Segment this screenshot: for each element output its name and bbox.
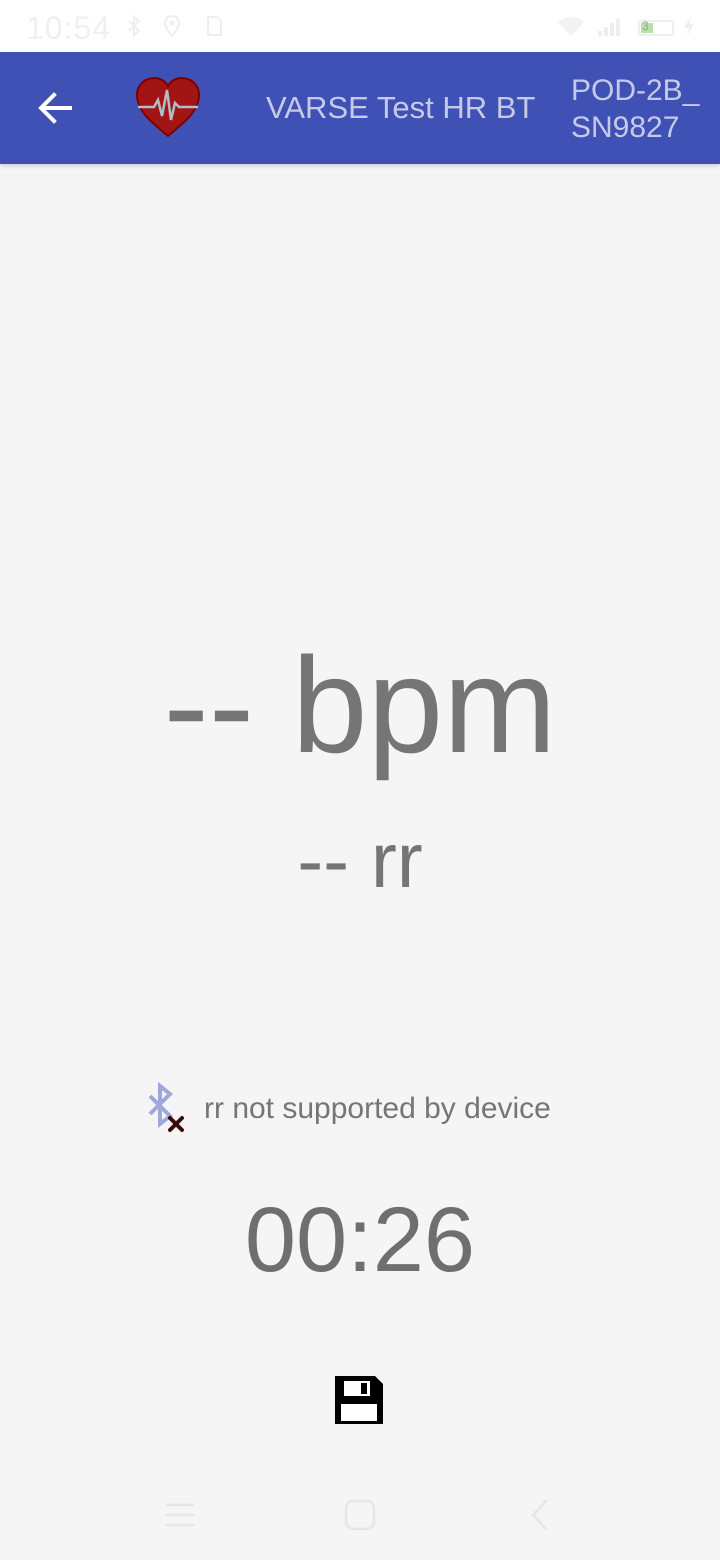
- signal-icon: [598, 19, 620, 36]
- battery-level: 3: [642, 19, 649, 33]
- rr-status-text: rr not supported by device: [204, 1092, 551, 1125]
- back-icon[interactable]: [520, 1495, 560, 1535]
- session-timer: 00:26: [244, 1189, 476, 1291]
- floppy-disk-icon[interactable]: [334, 1375, 384, 1425]
- app-title: VARSE Test HR BT: [266, 90, 536, 125]
- status-bar: 10:54 3: [0, 0, 720, 52]
- menu-icon[interactable]: [160, 1495, 200, 1535]
- charging-icon: [684, 16, 694, 36]
- arrow-left-icon[interactable]: [30, 84, 82, 132]
- bpm-readout: -- bpm: [163, 629, 557, 781]
- bluetooth-icon: [128, 14, 141, 38]
- device-name: POD-2B_ SN9827: [571, 74, 700, 144]
- rr-status: rr not supported by device: [144, 1082, 551, 1136]
- navigation-bar: [0, 1470, 720, 1560]
- rr-readout: -- rr: [297, 816, 423, 904]
- home-icon[interactable]: [340, 1495, 380, 1535]
- location-icon: [163, 14, 181, 38]
- app-bar: VARSE Test HR BT POD-2B_ SN9827: [0, 52, 720, 164]
- heart-rate-screen: 10:54 3 VARSE Test HR BT POD-2B_ SN9827 …: [0, 0, 720, 1560]
- sim-icon: [207, 16, 222, 36]
- battery-icon: 3: [638, 19, 674, 36]
- status-time: 10:54: [26, 10, 112, 46]
- wifi-icon: [558, 17, 584, 36]
- bluetooth-disabled-icon: [148, 1082, 184, 1132]
- heart-pulse-icon: [135, 76, 201, 138]
